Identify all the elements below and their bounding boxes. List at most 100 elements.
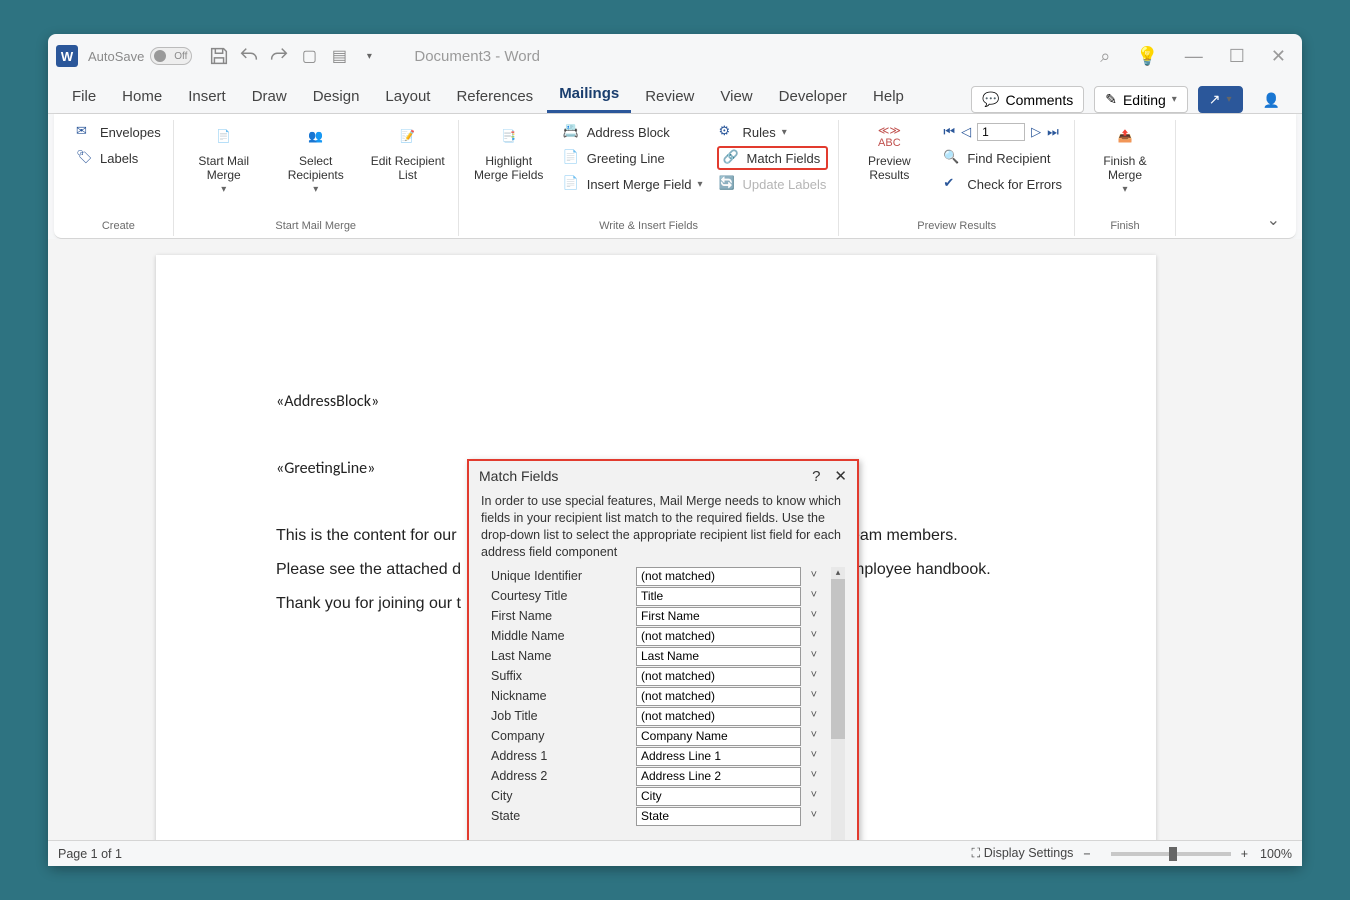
comments-button[interactable]: 💬 Comments <box>971 86 1084 113</box>
save-icon[interactable] <box>208 45 230 67</box>
field-row: Courtesy Title <box>481 587 823 606</box>
highlight-merge-fields-button[interactable]: 📑Highlight Merge Fields <box>469 120 549 182</box>
insert-merge-field-button[interactable]: 📄Insert Merge Field <box>561 172 705 196</box>
field-label: Suffix <box>481 669 636 683</box>
field-row: Last Name <box>481 647 823 666</box>
tab-design[interactable]: Design <box>301 82 372 113</box>
field-row: State <box>481 807 823 826</box>
record-nav: ⏮ ◁ ▷ ⏭ <box>941 120 1064 144</box>
tab-help[interactable]: Help <box>861 82 916 113</box>
qat-icon[interactable]: ▤ <box>328 45 350 67</box>
field-row: Middle Name <box>481 627 823 646</box>
word-logo-icon: W <box>56 45 78 67</box>
minimize-icon[interactable]: — <box>1185 46 1203 67</box>
dialog-help-icon[interactable]: ? <box>812 468 820 485</box>
select-recipients-button[interactable]: 👥Select Recipients <box>276 120 356 195</box>
autosave-toggle[interactable]: Off <box>150 47 192 65</box>
edit-recipient-list-button[interactable]: 📝Edit Recipient List <box>368 120 448 182</box>
field-row: City <box>481 787 823 806</box>
match-fields-button[interactable]: 🔗Match Fields <box>717 146 829 170</box>
zoom-out-icon[interactable]: − <box>1083 847 1090 861</box>
maximize-icon[interactable]: ☐ <box>1229 46 1245 67</box>
field-row: First Name <box>481 607 823 626</box>
undo-icon[interactable] <box>238 45 260 67</box>
field-select[interactable] <box>636 607 801 626</box>
group-preview-results: ≪≫ABCPreview Results ⏮ ◁ ▷ ⏭ 🔍Find Recip… <box>839 120 1075 236</box>
field-label: Address 2 <box>481 769 636 783</box>
tab-references[interactable]: References <box>444 82 545 113</box>
greeting-line-button[interactable]: 📄Greeting Line <box>561 146 705 170</box>
group-create: ✉Envelopes 🏷Labels Create <box>64 120 174 236</box>
dialog-scrollbar[interactable]: ▴▾ <box>831 567 845 841</box>
prev-record-icon[interactable]: ◁ <box>961 124 971 140</box>
document-area: «AddressBlock» «GreetingLine» This is th… <box>48 239 1302 840</box>
editing-button[interactable]: ✎ Editing <box>1094 86 1188 113</box>
group-finish: 📤Finish & Merge Finish <box>1075 120 1176 236</box>
qat-icon[interactable]: ▢ <box>298 45 320 67</box>
check-errors-button[interactable]: ✔Check for Errors <box>941 172 1064 196</box>
qat-more-icon[interactable] <box>358 45 380 67</box>
tab-view[interactable]: View <box>708 82 764 113</box>
field-select[interactable] <box>636 687 801 706</box>
field-label: City <box>481 789 636 803</box>
field-select[interactable] <box>636 767 801 786</box>
field-select[interactable] <box>636 707 801 726</box>
dialog-titlebar: Match Fields ? ✕ <box>469 461 857 491</box>
redo-icon[interactable] <box>268 45 290 67</box>
account-icon[interactable]: 👤 <box>1253 88 1290 113</box>
first-record-icon[interactable]: ⏮ <box>943 124 955 140</box>
last-record-icon[interactable]: ⏭ <box>1047 124 1059 140</box>
address-block-field: «AddressBlock» <box>276 385 1036 419</box>
zoom-level[interactable]: 100% <box>1260 847 1292 861</box>
rules-button[interactable]: ⚙Rules <box>717 120 829 144</box>
address-block-button[interactable]: 📇Address Block <box>561 120 705 144</box>
zoom-in-icon[interactable]: + <box>1241 847 1248 861</box>
statusbar: Page 1 of 1 ⛶ Display Settings − + 100% <box>48 840 1302 866</box>
start-mail-merge-button[interactable]: 📄Start Mail Merge <box>184 120 264 195</box>
tab-layout[interactable]: Layout <box>373 82 442 113</box>
find-recipient-button[interactable]: 🔍Find Recipient <box>941 146 1064 170</box>
field-select[interactable] <box>636 807 801 826</box>
zoom-slider[interactable] <box>1111 852 1231 856</box>
field-row: Company <box>481 727 823 746</box>
record-number-input[interactable] <box>977 123 1025 141</box>
tab-review[interactable]: Review <box>633 82 706 113</box>
tab-insert[interactable]: Insert <box>176 82 238 113</box>
field-select[interactable] <box>636 627 801 646</box>
tab-file[interactable]: File <box>60 82 108 113</box>
autosave-label: AutoSave <box>88 49 144 64</box>
close-icon[interactable]: ✕ <box>1271 46 1286 67</box>
field-select[interactable] <box>636 727 801 746</box>
display-settings-button[interactable]: ⛶ Display Settings <box>972 846 1074 861</box>
dialog-close-icon[interactable]: ✕ <box>834 467 847 485</box>
finish-merge-button[interactable]: 📤Finish & Merge <box>1085 120 1165 195</box>
tab-mailings[interactable]: Mailings <box>547 79 631 113</box>
field-select[interactable] <box>636 747 801 766</box>
field-select[interactable] <box>636 667 801 686</box>
tab-developer[interactable]: Developer <box>767 82 859 113</box>
search-icon[interactable]: ⌕ <box>1100 46 1110 67</box>
titlebar: W AutoSave Off ▢ ▤ Document3 - Word ⌕ 💡 … <box>48 34 1302 78</box>
field-select[interactable] <box>636 647 801 666</box>
group-start-mail-merge: 📄Start Mail Merge 👥Select Recipients 📝Ed… <box>174 120 459 236</box>
envelopes-button[interactable]: ✉Envelopes <box>74 120 163 144</box>
field-label: Company <box>481 729 636 743</box>
match-fields-dialog: Match Fields ? ✕ In order to use special… <box>467 459 859 840</box>
labels-button[interactable]: 🏷Labels <box>74 146 163 170</box>
page-indicator[interactable]: Page 1 of 1 <box>58 847 122 861</box>
field-label: State <box>481 809 636 823</box>
next-record-icon[interactable]: ▷ <box>1031 124 1041 140</box>
share-button[interactable]: ↗ <box>1198 86 1243 113</box>
tab-home[interactable]: Home <box>110 82 174 113</box>
field-select[interactable] <box>636 567 801 586</box>
field-select[interactable] <box>636 787 801 806</box>
ribbon-collapse-icon[interactable]: ⌄ <box>1261 204 1286 236</box>
field-select[interactable] <box>636 587 801 606</box>
ribbon: ✉Envelopes 🏷Labels Create 📄Start Mail Me… <box>54 114 1296 239</box>
field-row: Nickname <box>481 687 823 706</box>
field-label: First Name <box>481 609 636 623</box>
preview-results-button[interactable]: ≪≫ABCPreview Results <box>849 120 929 182</box>
field-row: Unique Identifier <box>481 567 823 586</box>
tab-draw[interactable]: Draw <box>240 82 299 113</box>
help-icon[interactable]: 💡 <box>1136 46 1158 67</box>
